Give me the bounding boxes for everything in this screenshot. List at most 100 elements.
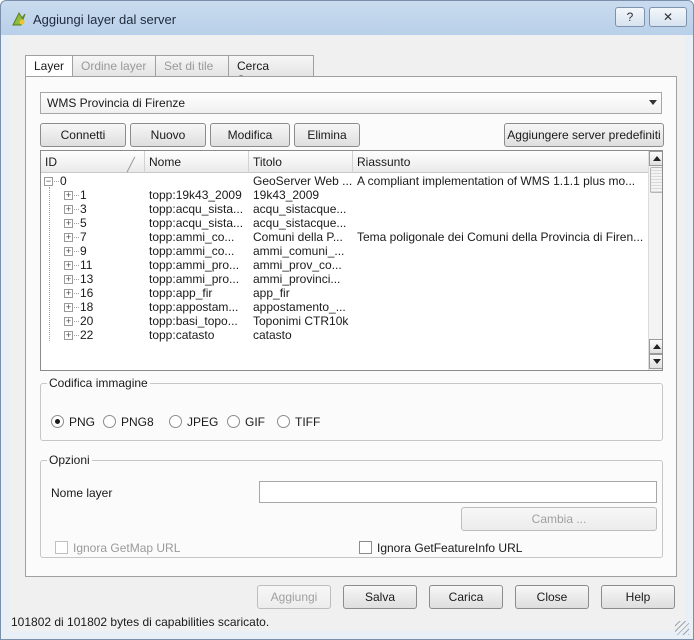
expand-icon[interactable]: + xyxy=(64,191,73,200)
tree-vertical-scrollbar[interactable] xyxy=(648,151,662,370)
tree-connector xyxy=(74,321,79,322)
edit-button[interactable]: Modifica xyxy=(210,123,290,147)
tree-row[interactable]: +11 topp:ammi_pro... ammi_prov_co... xyxy=(41,258,648,272)
expand-icon[interactable]: + xyxy=(64,261,73,270)
cell-id: 3 xyxy=(80,202,87,216)
options-group: Opzioni Nome layer Cambia ... Ignora Get… xyxy=(40,453,663,558)
new-button[interactable]: Nuovo xyxy=(130,123,206,147)
checkbox-box xyxy=(359,541,372,554)
help-button[interactable]: Help xyxy=(601,585,675,609)
tree-row[interactable]: +1 topp:19k43_2009 19k43_2009 xyxy=(41,188,648,202)
radio-dot xyxy=(103,415,116,428)
cell-titolo: ammi_comuni_... xyxy=(253,244,345,258)
cell-titolo: app_fir xyxy=(253,286,290,300)
tree-connector xyxy=(74,307,79,308)
tree-row[interactable]: +9 topp:ammi_co... ammi_comuni_... xyxy=(41,244,648,258)
expand-icon[interactable]: + xyxy=(64,205,73,214)
cell-nome: topp:19k43_2009 xyxy=(149,188,242,202)
tree-row[interactable]: +13 topp:ammi_pro... ammi_provinci... xyxy=(41,272,648,286)
column-header-nome[interactable]: Nome xyxy=(145,151,249,173)
cell-titolo: ammi_prov_co... xyxy=(253,258,342,272)
tree-row[interactable]: +16 topp:app_fir app_fir xyxy=(41,286,648,300)
scroll-up-icon[interactable] xyxy=(649,339,662,354)
change-button[interactable]: Cambia ... xyxy=(461,507,657,531)
ignore-getfeatureinfo-checkbox[interactable]: Ignora GetFeatureInfo URL xyxy=(359,541,522,555)
collapse-icon[interactable]: − xyxy=(44,177,53,186)
radio-png[interactable]: PNG xyxy=(51,415,95,429)
tree-row[interactable]: +3 topp:acqu_sista... acqu_sistacque... xyxy=(41,202,648,216)
expand-icon[interactable]: + xyxy=(64,317,73,326)
close-title-button[interactable]: ✕ xyxy=(649,7,687,27)
cell-titolo: ammi_provinci... xyxy=(253,272,341,286)
expand-icon[interactable]: + xyxy=(64,247,73,256)
scroll-thumb[interactable] xyxy=(650,167,662,193)
ignore-getfeatureinfo-label: Ignora GetFeatureInfo URL xyxy=(377,541,523,555)
chevron-down-icon xyxy=(649,100,657,105)
column-header-id[interactable]: ID ╱ xyxy=(41,151,145,173)
tree-row[interactable]: +18 topp:appostam... appostamento_... xyxy=(41,300,648,314)
layer-tab-panel: WMS Provincia di Firenze Connetti Nuovo … xyxy=(25,76,677,577)
server-combo[interactable]: WMS Provincia di Firenze xyxy=(40,92,662,114)
cell-id: 13 xyxy=(80,272,94,286)
cell-titolo: Comuni della P... xyxy=(253,230,343,244)
tab-ordine-layer[interactable]: Ordine layer xyxy=(72,55,156,77)
radio-label: TIFF xyxy=(295,415,321,429)
scroll-down-icon[interactable] xyxy=(649,354,662,369)
connect-button[interactable]: Connetti xyxy=(40,123,126,147)
tree-row-root[interactable]: −0 GeoServer Web ... A compliant implement… xyxy=(41,174,648,188)
radio-png8[interactable]: PNG8 xyxy=(103,415,154,429)
cell-id: 22 xyxy=(80,328,94,342)
column-header-riassunto[interactable]: Riassunto xyxy=(353,151,648,173)
scroll-up-icon[interactable] xyxy=(649,151,662,166)
close-button[interactable]: Close xyxy=(515,585,589,609)
tab-cerca-server[interactable]: Cerca Server xyxy=(228,55,314,87)
layer-name-input[interactable] xyxy=(259,481,657,503)
tree-connector xyxy=(74,293,79,294)
tree-connector xyxy=(74,251,79,252)
qgis-logo-icon xyxy=(12,11,26,26)
tab-set-di-tile[interactable]: Set di tile xyxy=(155,55,229,77)
expand-icon[interactable]: + xyxy=(64,289,73,298)
resize-grip-icon[interactable] xyxy=(675,621,689,635)
expand-icon[interactable]: + xyxy=(64,331,73,340)
radio-gif[interactable]: GIF xyxy=(227,415,265,429)
cell-nome: topp:catasto xyxy=(149,328,215,342)
radio-label: PNG8 xyxy=(121,415,154,429)
cell-id: 16 xyxy=(80,286,94,300)
cell-titolo: appostamento_... xyxy=(253,300,346,314)
tree-row[interactable]: +7 topp:ammi_co... Comuni della P... Tema p… xyxy=(41,230,648,244)
tree-connector xyxy=(74,335,79,336)
radio-jpeg[interactable]: JPEG xyxy=(169,415,218,429)
expand-icon[interactable]: + xyxy=(64,275,73,284)
add-default-servers-button[interactable]: Aggiungere server predefiniti xyxy=(504,123,664,147)
load-button[interactable]: Carica xyxy=(429,585,503,609)
column-header-titolo[interactable]: Titolo xyxy=(249,151,353,173)
tree-row[interactable]: +5 topp:acqu_sista... acqu_sistacque... xyxy=(41,216,648,230)
expand-icon[interactable]: + xyxy=(64,219,73,228)
radio-dot xyxy=(169,415,182,428)
expand-icon[interactable]: + xyxy=(64,233,73,242)
tree-connector xyxy=(74,265,79,266)
tree-row[interactable]: +20 topp:basi_topo... Toponimi CTR10k xyxy=(41,314,648,328)
radio-tiff[interactable]: TIFF xyxy=(277,415,320,429)
help-title-button[interactable]: ? xyxy=(615,7,645,27)
ignore-getmap-checkbox[interactable]: Ignora GetMap URL xyxy=(55,541,180,555)
delete-button[interactable]: Elimina xyxy=(294,123,360,147)
layer-tree[interactable]: ID ╱ Nome Titolo Riassunto −0 GeoServer We… xyxy=(40,150,663,371)
radio-dot xyxy=(51,415,64,428)
encoding-group: Codifica immagine PNG PNG8 JPEG GIF TIFF xyxy=(40,376,663,441)
cell-id: 0 xyxy=(60,174,67,188)
ignore-getmap-label: Ignora GetMap URL xyxy=(73,541,181,555)
cell-id: 20 xyxy=(80,314,94,328)
tab-layer[interactable]: Layer xyxy=(25,55,73,78)
cell-nome: topp:ammi_pro... xyxy=(149,258,240,272)
expand-icon[interactable]: + xyxy=(64,303,73,312)
tree-row[interactable]: +22 topp:catasto catasto xyxy=(41,328,648,342)
layer-name-label: Nome layer xyxy=(51,486,113,500)
dialog-client: Layer Ordine layer Set di tile Cerca Ser… xyxy=(9,35,685,631)
cell-titolo: acqu_sistacque... xyxy=(253,202,347,216)
encoding-group-title: Codifica immagine xyxy=(47,376,150,390)
save-button[interactable]: Salva xyxy=(343,585,417,609)
title-bar[interactable]: Aggiungi layer dal server ? ✕ xyxy=(1,1,693,35)
add-button[interactable]: Aggiungi xyxy=(257,585,331,609)
